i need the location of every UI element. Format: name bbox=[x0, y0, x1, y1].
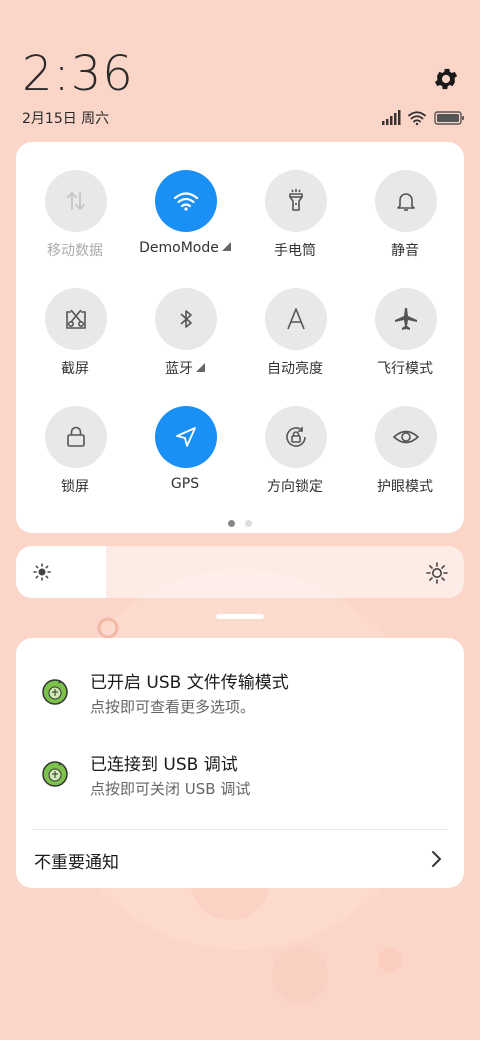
android-debug-icon bbox=[42, 761, 68, 787]
screenshot-icon bbox=[66, 309, 86, 329]
location-arrow-icon bbox=[176, 427, 196, 447]
tile-rotation-lock[interactable]: 方向锁定 bbox=[240, 406, 350, 524]
tile-label: 自动亮度 bbox=[267, 361, 323, 377]
tile-circle bbox=[45, 406, 107, 468]
lock-icon bbox=[67, 426, 85, 447]
expand-triangle-icon bbox=[221, 242, 231, 251]
expand-triangle-icon bbox=[196, 363, 205, 372]
tile-wifi[interactable]: DemoMode bbox=[130, 170, 240, 288]
tile-label: 锁屏 bbox=[61, 479, 89, 495]
auto-brightness-icon bbox=[287, 308, 305, 330]
notification-usb-transfer[interactable]: 已开启 USB 文件传输模式 点按即可查看更多选项。 bbox=[16, 668, 464, 728]
tile-screenshot[interactable]: 截屏 bbox=[20, 288, 130, 406]
airplane-icon bbox=[395, 308, 417, 330]
tile-mobile-data[interactable]: 移动数据 bbox=[20, 170, 130, 288]
tile-flashlight[interactable]: 手电筒 bbox=[240, 170, 350, 288]
tile-lock-screen[interactable]: 锁屏 bbox=[20, 406, 130, 524]
tile-bluetooth[interactable]: 蓝牙 bbox=[130, 288, 240, 406]
tile-mute[interactable]: 静音 bbox=[350, 170, 460, 288]
notification-subtitle: 点按即可查看更多选项。 bbox=[90, 698, 256, 716]
page-dot-active bbox=[228, 520, 235, 527]
wifi-status-icon bbox=[408, 111, 426, 126]
tile-circle bbox=[155, 288, 217, 350]
notification-title: 已连接到 USB 调试 bbox=[90, 755, 238, 775]
chevron-right-icon[interactable] bbox=[430, 849, 444, 869]
brightness-high-icon bbox=[426, 562, 448, 584]
eye-icon bbox=[392, 430, 420, 444]
quick-settings-panel: 移动数据 DemoMode 手电筒 静音 截屏 蓝牙 自动亮度 飞行模式 锁屏 … bbox=[16, 142, 464, 533]
divider bbox=[32, 829, 448, 830]
tile-circle bbox=[375, 170, 437, 232]
tile-circle bbox=[265, 288, 327, 350]
notification-title: 已开启 USB 文件传输模式 bbox=[90, 673, 289, 693]
bluetooth-icon bbox=[180, 310, 192, 328]
tile-circle bbox=[375, 406, 437, 468]
tile-label: DemoMode bbox=[130, 240, 240, 256]
mobile-data-icon bbox=[67, 191, 85, 211]
page-dot bbox=[245, 520, 252, 527]
unimportant-notifications-link[interactable]: 不重要通知 bbox=[34, 848, 119, 873]
tile-airplane[interactable]: 飞行模式 bbox=[350, 288, 460, 406]
date-label: 2月15日 周六 bbox=[22, 111, 110, 127]
wifi-icon bbox=[173, 192, 199, 211]
page-indicator bbox=[228, 520, 258, 528]
tile-circle bbox=[45, 170, 107, 232]
tile-label: 护眼模式 bbox=[377, 479, 433, 495]
tile-auto-brightness[interactable]: 自动亮度 bbox=[240, 288, 350, 406]
status-header: 2:36 2月15日 周六 bbox=[0, 0, 480, 140]
status-icons bbox=[382, 110, 464, 126]
tile-label: 飞行模式 bbox=[377, 361, 433, 377]
drag-handle[interactable] bbox=[216, 614, 264, 619]
notification-subtitle: 点按即可关闭 USB 调试 bbox=[90, 780, 251, 798]
tile-label: 蓝牙 bbox=[130, 358, 240, 378]
tile-circle bbox=[265, 170, 327, 232]
tile-circle bbox=[375, 288, 437, 350]
brightness-fill bbox=[16, 546, 106, 598]
tile-circle bbox=[155, 406, 217, 468]
tile-circle bbox=[155, 170, 217, 232]
rotation-lock-icon bbox=[286, 427, 306, 447]
signal-icon bbox=[382, 110, 401, 125]
tile-circle bbox=[265, 406, 327, 468]
clock: 2:36 bbox=[22, 46, 134, 102]
tile-label: GPS bbox=[170, 476, 200, 492]
flashlight-icon bbox=[289, 189, 303, 211]
notification-panel: 已开启 USB 文件传输模式 点按即可查看更多选项。 已连接到 USB 调试 点… bbox=[16, 638, 464, 888]
tile-eye-protection[interactable]: 护眼模式 bbox=[350, 406, 460, 524]
battery-icon bbox=[434, 111, 464, 125]
notification-usb-debug[interactable]: 已连接到 USB 调试 点按即可关闭 USB 调试 bbox=[16, 750, 464, 810]
tile-label: 移动数据 bbox=[47, 243, 103, 259]
bell-icon bbox=[397, 193, 415, 211]
tile-label: 静音 bbox=[391, 243, 419, 259]
tile-label: 方向锁定 bbox=[267, 479, 323, 495]
tile-label: 截屏 bbox=[61, 361, 89, 377]
brightness-low-icon bbox=[33, 563, 51, 581]
tile-label: 手电筒 bbox=[274, 243, 316, 259]
brightness-slider[interactable] bbox=[16, 546, 464, 598]
tile-gps[interactable]: GPS bbox=[130, 406, 240, 524]
gear-icon[interactable] bbox=[432, 65, 460, 93]
android-debug-icon bbox=[42, 679, 68, 705]
tile-circle bbox=[45, 288, 107, 350]
